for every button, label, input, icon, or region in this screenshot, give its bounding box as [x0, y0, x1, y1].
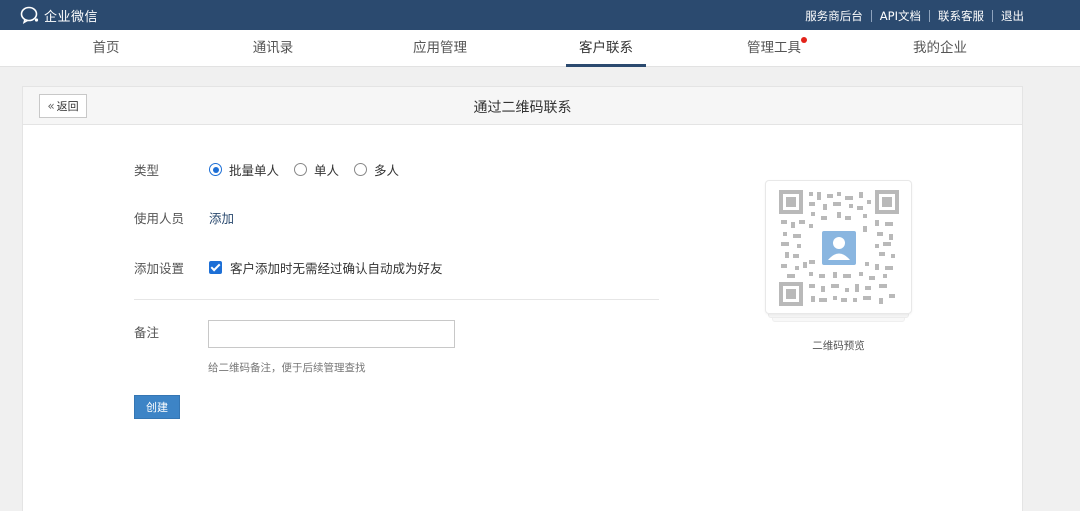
- divider: [870, 10, 872, 22]
- card-stack-shadow: [768, 314, 909, 318]
- tab-management-tools-label: 管理工具: [747, 40, 801, 56]
- app-logo[interactable]: 企业微信: [20, 6, 99, 25]
- tab-my-company[interactable]: 我的企业: [898, 30, 982, 67]
- type-radio-group: 批量单人 单人 多人: [209, 160, 414, 179]
- wechat-work-logo-icon: [20, 6, 39, 24]
- app-title: 企业微信: [44, 9, 99, 25]
- auto-friend-setting: 客户添加时无需经过确认自动成为好友: [209, 258, 443, 277]
- qr-preview-card: [765, 180, 912, 314]
- radio-batch-single-label[interactable]: 批量单人: [229, 160, 279, 179]
- tab-app-management[interactable]: 应用管理: [398, 30, 482, 67]
- tab-home[interactable]: 首页: [66, 30, 146, 67]
- radio-multiple[interactable]: [354, 163, 368, 176]
- divider: [929, 10, 930, 22]
- notification-dot: [801, 37, 807, 43]
- create-button[interactable]: 创建: [134, 395, 180, 419]
- radio-single-label[interactable]: 单人: [314, 160, 339, 179]
- radio-single[interactable]: [294, 163, 308, 176]
- note-label: 备注: [134, 325, 160, 340]
- note-hint: 给二维码备注，便于后续管理查找: [208, 362, 366, 374]
- qr-preview-caption: 二维码预览: [812, 340, 865, 352]
- auto-friend-checkbox-label[interactable]: 客户添加时无需经过确认自动成为好友: [230, 258, 443, 277]
- main-nav: 首页 通讯录 应用管理 客户联系 管理工具 我的企业: [0, 30, 1080, 67]
- type-label: 类型: [134, 163, 160, 178]
- link-contact-support[interactable]: 联系客服: [938, 8, 984, 24]
- page-title: 通过二维码联系: [473, 100, 572, 116]
- auto-friend-checkbox[interactable]: [209, 261, 222, 274]
- radio-multiple-label[interactable]: 多人: [374, 160, 399, 179]
- radio-batch-single[interactable]: [209, 163, 222, 176]
- tab-management-tools[interactable]: 管理工具: [732, 30, 816, 67]
- tab-customer-contact[interactable]: 客户联系: [566, 30, 646, 67]
- qr-contact-panel: « 返回 通过二维码联系 类型 批量单人 单人 多人 使用人员 添加 添加设置 …: [22, 86, 1023, 511]
- top-bar: 企业微信 服务商后台 API文档 联系客服 退出: [0, 0, 1080, 30]
- settings-label: 添加设置: [134, 261, 185, 276]
- top-links: 服务商后台 API文档 联系客服 退出: [805, 8, 1024, 24]
- note-input[interactable]: [208, 320, 455, 348]
- qr-code-icon: [779, 190, 899, 306]
- link-logout[interactable]: 退出: [1001, 8, 1024, 24]
- add-user-link[interactable]: 添加: [209, 208, 234, 227]
- divider: [992, 10, 993, 22]
- tab-contacts[interactable]: 通讯录: [233, 30, 313, 67]
- link-api-docs[interactable]: API文档: [880, 8, 921, 24]
- form-divider: [134, 299, 659, 300]
- panel-header: « 返回 通过二维码联系: [23, 87, 1022, 125]
- link-service-provider[interactable]: 服务商后台: [805, 8, 863, 24]
- users-label: 使用人员: [134, 211, 185, 226]
- card-stack-shadow: [772, 318, 905, 322]
